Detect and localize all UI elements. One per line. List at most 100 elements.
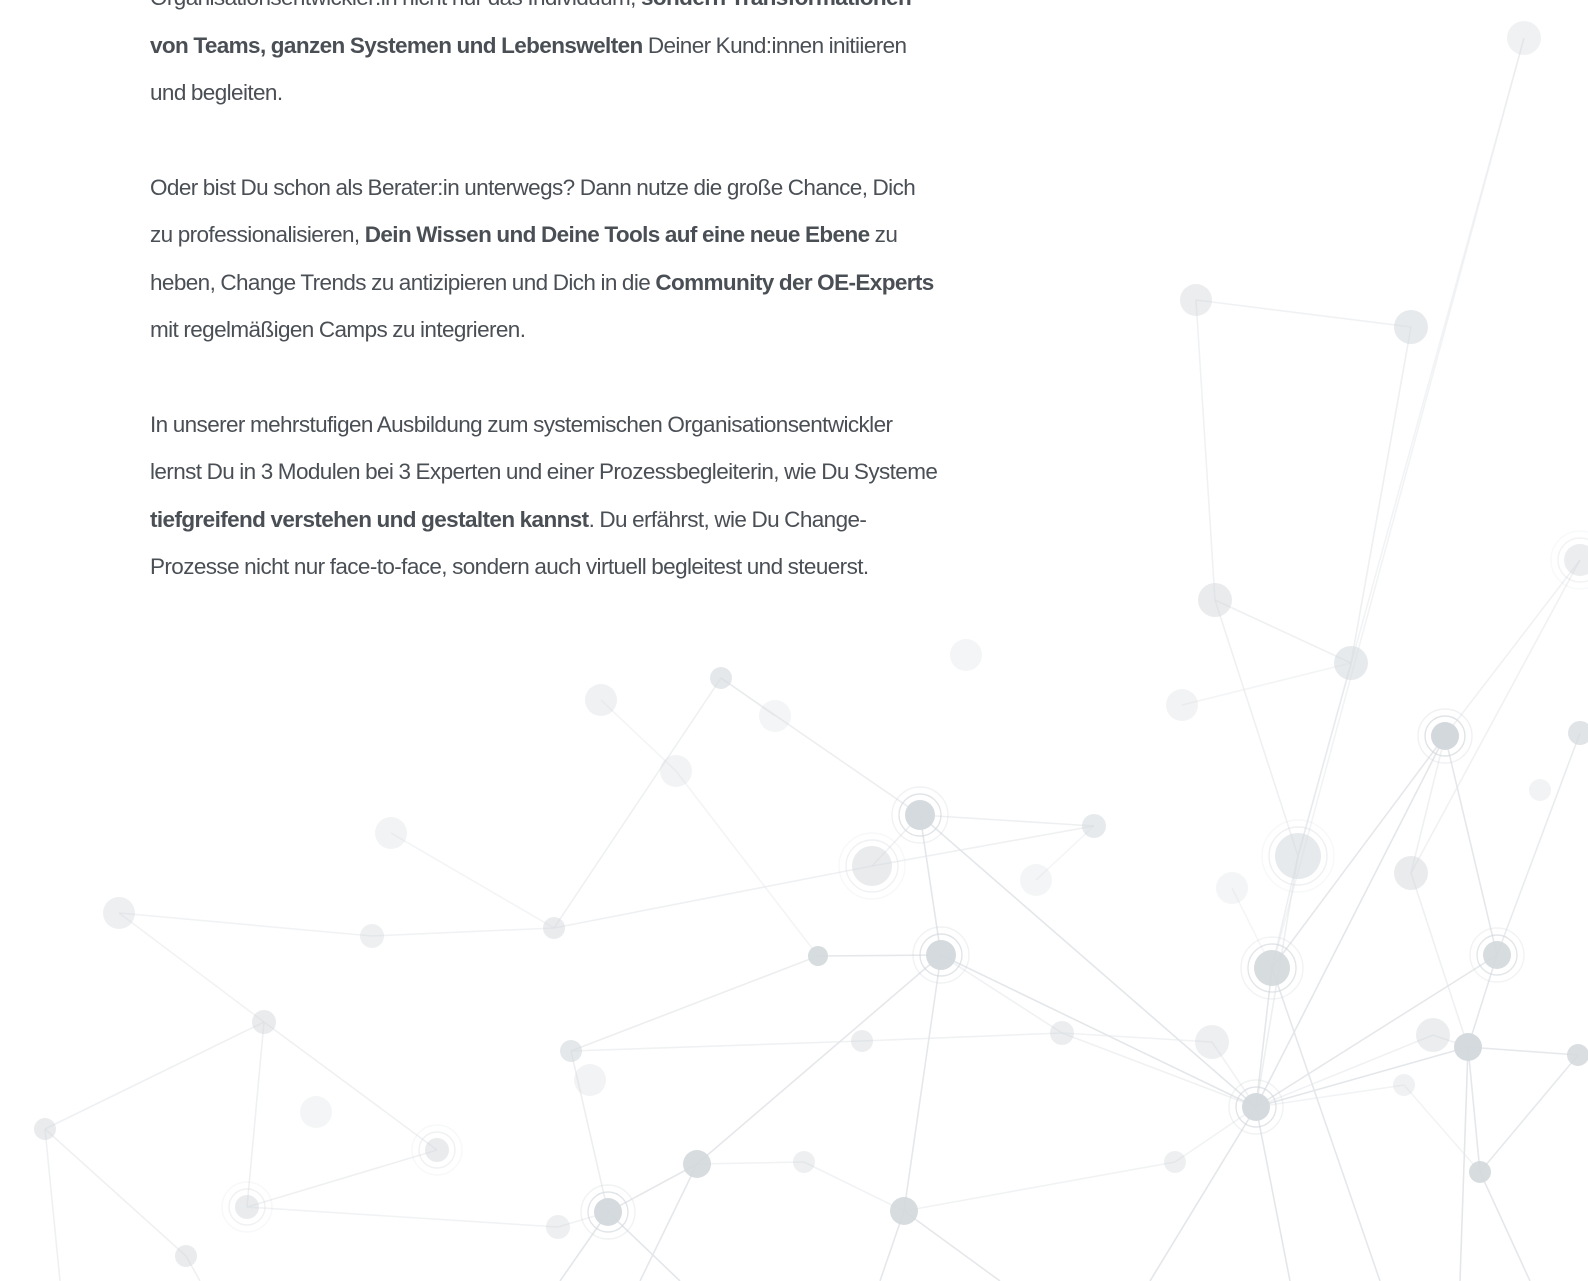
network-edge [871, 825, 1095, 867]
network-edge [919, 814, 1257, 1108]
network-edge [570, 1040, 863, 1052]
network-node [683, 1150, 711, 1178]
network-node [1454, 1033, 1482, 1061]
network-node [1416, 1018, 1450, 1052]
network-edge [246, 1021, 265, 1208]
network-edge [1149, 1106, 1257, 1281]
network-edge [44, 1128, 187, 1257]
network-node [1568, 721, 1588, 745]
network-edge [1479, 1054, 1579, 1173]
network-node [710, 667, 732, 689]
network-edge [1255, 1046, 1469, 1108]
network-node [1469, 1161, 1491, 1183]
network-node [560, 1040, 582, 1062]
network-node [425, 1138, 449, 1162]
network-edge [639, 1163, 698, 1281]
network-edge [1255, 1084, 1405, 1108]
paragraph-training: In unserer mehrstufigen Ausbildung zum s… [150, 401, 940, 591]
network-node [1567, 1044, 1588, 1066]
network-node [1393, 1074, 1415, 1096]
network-edge [263, 1021, 438, 1151]
network-node [1394, 310, 1428, 344]
network-node [1020, 864, 1052, 896]
network-edge [1174, 1106, 1257, 1163]
network-edge [1496, 732, 1581, 956]
network-edge [1255, 967, 1273, 1108]
network-edge [1459, 1046, 1469, 1281]
network-edge [1195, 299, 1216, 601]
network-node [808, 946, 828, 966]
network-node [546, 1215, 570, 1239]
consultant-highlight-1: Dein Wissen und Deine Tools auf eine neu… [364, 222, 870, 247]
network-node [793, 1151, 815, 1173]
paragraph-consultant: Oder bist Du schon als Berater:in unterw… [150, 164, 940, 354]
network-edge [903, 954, 942, 1212]
network-node [300, 1096, 332, 1128]
network-edge [903, 1161, 1176, 1212]
network-edge [371, 927, 555, 937]
network-node [103, 897, 135, 929]
network-node [905, 800, 935, 830]
network-node [175, 1245, 197, 1267]
network-edge [1061, 1032, 1213, 1043]
network-edge [1467, 1046, 1481, 1173]
network-node [1507, 21, 1541, 55]
network-edge [861, 1032, 1063, 1042]
network-node [360, 924, 384, 948]
network-node [1195, 1025, 1229, 1059]
network-edge [1444, 735, 1498, 956]
network-edge [803, 1161, 905, 1212]
network-node [1242, 1093, 1270, 1121]
network-edge [246, 1149, 438, 1208]
network-node [235, 1195, 259, 1219]
network-node [1254, 950, 1290, 986]
network-edge [817, 954, 942, 957]
network-node [1334, 646, 1368, 680]
network-edge [903, 1210, 1001, 1281]
network-node [34, 1118, 56, 1140]
network-node [890, 1197, 918, 1225]
network-edge [390, 832, 555, 929]
network-node [543, 917, 565, 939]
network-node [574, 1064, 606, 1096]
network-edge [553, 677, 722, 929]
network-node [1394, 856, 1428, 890]
network-edge [1403, 1084, 1481, 1173]
network-edge [1255, 954, 1498, 1108]
network-node [852, 846, 892, 886]
consultant-text-3: mit regelmäßigen Camps zu integrieren. [150, 317, 526, 342]
network-node [1166, 689, 1198, 721]
network-edge [696, 1161, 805, 1165]
paragraph-intro: Organisationsentwickler:in nicht nur das… [150, 0, 940, 117]
network-node [1216, 872, 1248, 904]
network-node [252, 1010, 276, 1034]
network-edge [118, 912, 265, 1023]
network-node [1198, 583, 1232, 617]
consultant-highlight-2: Community der OE-Experts [655, 269, 934, 295]
network-node [851, 1030, 873, 1052]
network-edge [553, 865, 873, 929]
network-edge [1444, 559, 1581, 737]
network-edge [1297, 662, 1352, 857]
network-edge [44, 1128, 61, 1281]
network-edge [246, 1206, 559, 1228]
network-node [585, 684, 617, 716]
network-edge [1410, 559, 1581, 874]
network-edge [696, 954, 942, 1165]
network-node [375, 817, 407, 849]
network-node [594, 1198, 622, 1226]
network-node [1483, 941, 1511, 969]
article-content: Organisationsentwickler:in nicht nur das… [150, 0, 940, 591]
network-node [1180, 284, 1212, 316]
network-edge [1214, 599, 1352, 664]
network-edge [570, 955, 819, 1052]
page: Organisationsentwickler:in nicht nur das… [0, 0, 1588, 1281]
network-edge [1467, 1046, 1579, 1056]
network-edge [1181, 662, 1352, 706]
network-node [1050, 1021, 1074, 1045]
network-edge [1271, 967, 1381, 1281]
network-node [1564, 544, 1588, 576]
network-node [926, 940, 956, 970]
network-edge [1350, 326, 1412, 664]
network-edge [1479, 1171, 1531, 1281]
